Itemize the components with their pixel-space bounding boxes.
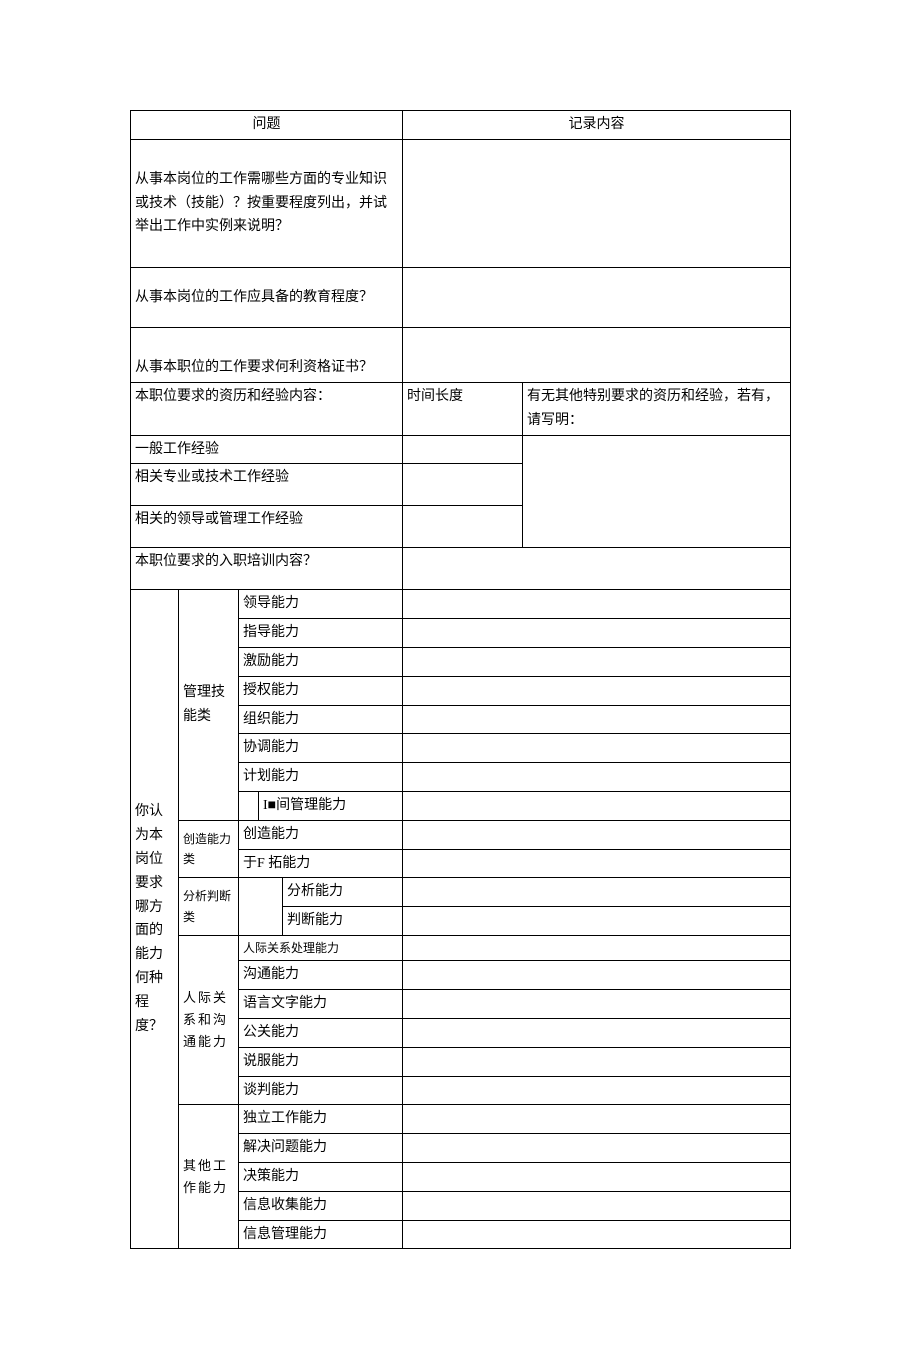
ans-m3[interactable] xyxy=(403,647,791,676)
skill-i2: 沟通能力 xyxy=(239,961,403,990)
cat-mgmt: 管理技能类 xyxy=(179,590,239,820)
exp-row2-label: 相关专业或技术工作经验 xyxy=(131,464,403,506)
skill-m8: I■间管理能力 xyxy=(259,791,403,820)
skill-m8-pad xyxy=(239,791,259,820)
skill-i3: 语言文字能力 xyxy=(239,990,403,1019)
exp-row3-time[interactable] xyxy=(403,506,523,548)
ans-m2[interactable] xyxy=(403,619,791,648)
ans-m4[interactable] xyxy=(403,676,791,705)
skill-i4: 公关能力 xyxy=(239,1018,403,1047)
skill-c1: 创造能力 xyxy=(239,820,403,849)
exp-extra-answer[interactable] xyxy=(523,435,791,548)
skill-o3: 决策能力 xyxy=(239,1162,403,1191)
ans-i6[interactable] xyxy=(403,1076,791,1105)
form-table: 问题 记录内容 从事本岗位的工作需哪些方面的专业知识或技术（技能）？按重要程度列… xyxy=(130,110,791,1249)
q1-answer[interactable] xyxy=(403,139,791,267)
ans-m7[interactable] xyxy=(403,763,791,792)
header-question: 问题 xyxy=(131,111,403,140)
ans-i5[interactable] xyxy=(403,1047,791,1076)
ans-c1[interactable] xyxy=(403,820,791,849)
cat-analysis: 分析判断类 xyxy=(179,878,239,936)
q2-label: 从事本岗位的工作应具备的教育程度？ xyxy=(131,268,403,328)
skill-m4: 授权能力 xyxy=(239,676,403,705)
exp-row1-time[interactable] xyxy=(403,435,523,464)
ans-m5[interactable] xyxy=(403,705,791,734)
cat-interpersonal: 人际关系和沟通能力 xyxy=(179,935,239,1104)
ans-o1[interactable] xyxy=(403,1105,791,1134)
ans-a1[interactable] xyxy=(403,878,791,907)
skill-i1: 人际关系处理能力 xyxy=(239,935,403,960)
skill-a2: 判断能力 xyxy=(283,907,403,936)
skill-a1: 分析能力 xyxy=(283,878,403,907)
exp-row2-time[interactable] xyxy=(403,464,523,506)
ans-i2[interactable] xyxy=(403,961,791,990)
cat-create: 创造能力类 xyxy=(179,820,239,878)
q2-answer[interactable] xyxy=(403,268,791,328)
skill-c2: 于F 拓能力 xyxy=(239,849,403,878)
skill-m2: 指导能力 xyxy=(239,619,403,648)
ans-i3[interactable] xyxy=(403,990,791,1019)
skill-m6: 协调能力 xyxy=(239,734,403,763)
q1-label: 从事本岗位的工作需哪些方面的专业知识或技术（技能）？按重要程度列出，并试举出工作… xyxy=(131,139,403,267)
exp-row3-label: 相关的领导或管理工作经验 xyxy=(131,506,403,548)
q3-label: 从事本职位的工作要求何利资格证书？ xyxy=(131,328,403,383)
ans-o5[interactable] xyxy=(403,1220,791,1249)
exp-extra-header: 有无其他特别要求的资历和经验，若有，请写明： xyxy=(523,382,791,435)
exp-title: 本职位要求的资历和经验内容： xyxy=(131,382,403,435)
ans-c2[interactable] xyxy=(403,849,791,878)
training-answer[interactable] xyxy=(403,548,791,590)
header-record: 记录内容 xyxy=(403,111,791,140)
skill-o4: 信息收集能力 xyxy=(239,1191,403,1220)
skill-o1: 独立工作能力 xyxy=(239,1105,403,1134)
skill-i6: 谈判能力 xyxy=(239,1076,403,1105)
ans-o4[interactable] xyxy=(403,1191,791,1220)
ability-question: 你认为本岗位要求哪方面的能力何种程度？ xyxy=(131,590,179,1249)
ans-o3[interactable] xyxy=(403,1162,791,1191)
ans-m6[interactable] xyxy=(403,734,791,763)
ans-m1[interactable] xyxy=(403,590,791,619)
exp-row1-label: 一般工作经验 xyxy=(131,435,403,464)
ans-i4[interactable] xyxy=(403,1018,791,1047)
analysis-pad xyxy=(239,878,283,936)
skill-m1: 领导能力 xyxy=(239,590,403,619)
skill-o5: 信息管理能力 xyxy=(239,1220,403,1249)
ans-i1[interactable] xyxy=(403,935,791,960)
skill-m7: 计划能力 xyxy=(239,763,403,792)
exp-time-header: 时间长度 xyxy=(403,382,523,435)
skill-o2: 解决问题能力 xyxy=(239,1134,403,1163)
skill-m5: 组织能力 xyxy=(239,705,403,734)
ans-a2[interactable] xyxy=(403,907,791,936)
cat-other: 其他工作能力 xyxy=(179,1105,239,1249)
skill-m3: 激励能力 xyxy=(239,647,403,676)
q3-answer[interactable] xyxy=(403,328,791,383)
skill-i5: 说服能力 xyxy=(239,1047,403,1076)
ans-m8[interactable] xyxy=(403,791,791,820)
training-label: 本职位要求的入职培训内容？ xyxy=(131,548,403,590)
ans-o2[interactable] xyxy=(403,1134,791,1163)
